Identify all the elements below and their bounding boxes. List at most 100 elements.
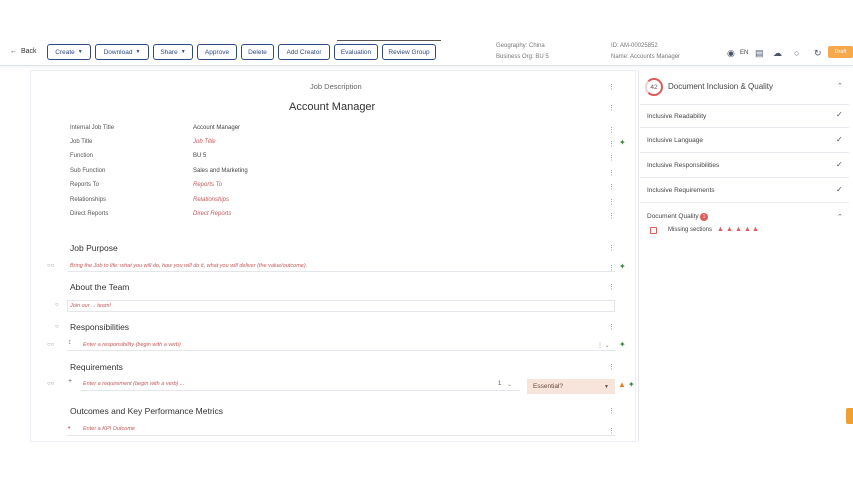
panel-item-requirements[interactable]: Inclusive Requirements [640, 179, 849, 203]
document-quality-label[interactable]: Document Quality [647, 213, 699, 220]
caret-down-icon: ▼ [604, 383, 609, 390]
warning-icon: ▲ [726, 226, 733, 233]
field-label-relationships: Relationships [70, 197, 107, 203]
more-options-icon[interactable]: ⋮ [608, 407, 615, 415]
about-team-input[interactable] [67, 300, 615, 312]
share-label: Share [160, 48, 178, 56]
lightbulb-icon[interactable]: ○○ [47, 263, 54, 269]
add-icon[interactable]: + [68, 378, 72, 385]
language-label[interactable]: EN [740, 50, 748, 56]
history-icon[interactable]: ↻ [814, 48, 822, 59]
requirement-count: 1 [498, 381, 502, 387]
more-options-icon[interactable]: ⋮ [608, 427, 615, 435]
lightbulb-icon[interactable]: ○○ [47, 342, 54, 348]
document-type-label: Job Description [310, 82, 362, 91]
requirement-placeholder: Enter a requirement (begin with a verb) … [83, 381, 185, 387]
review-group-button[interactable]: Review Group [382, 44, 436, 60]
chevron-down-icon[interactable]: ⋮ ⌄ [597, 342, 610, 349]
share-button[interactable]: Share ▼ [153, 44, 193, 60]
field-value-job-title[interactable]: Job Title [193, 139, 216, 145]
document-settings-icon[interactable]: ▤ [755, 48, 764, 59]
section-title-outcomes: Outcomes and Key Performance Metrics [70, 406, 224, 416]
more-options-icon[interactable]: ⋮ [608, 244, 615, 252]
section-title-about-team: About the Team [70, 282, 130, 292]
business-org-text: Business Org: BU 5 [496, 54, 549, 60]
field-label-internal-job-title: Internal Job Title [70, 125, 115, 131]
more-options-icon[interactable]: ⋮ [608, 363, 615, 371]
evaluation-label: Evaluation [340, 48, 372, 56]
add-creator-label: Add Creator [286, 48, 322, 56]
section-title-job-purpose: Job Purpose [70, 243, 118, 253]
more-options-icon[interactable]: ⋮ [608, 264, 615, 272]
more-options-icon[interactable]: ⋮ [608, 140, 615, 148]
approve-label: Approve [204, 48, 230, 56]
globe-icon[interactable]: ◉ [727, 48, 735, 59]
top-toolbar: ← Back Create ▼ Download ▼ Share ▼ Approve … [0, 0, 853, 66]
magic-wand-icon[interactable]: ✦ [628, 380, 635, 389]
arrow-left-icon: ← [10, 48, 17, 55]
more-options-icon[interactable]: ⋮ [608, 198, 615, 206]
panel-item-label: Inclusive Language [647, 137, 704, 144]
download-button[interactable]: Download ▼ [95, 44, 149, 60]
field-value-direct-reports[interactable]: Direct Reports [193, 211, 231, 217]
delete-button[interactable]: Delete [241, 44, 274, 60]
more-options-icon[interactable]: ⋮ [608, 283, 615, 291]
name-text: Name: Accounts Manager [611, 54, 681, 60]
kpi-outcome-input[interactable] [67, 424, 615, 436]
missing-sections-checkbox[interactable] [650, 227, 657, 234]
document-title: Account Manager [289, 101, 376, 113]
warning-icon: ▲ [752, 226, 759, 233]
chevron-down-icon: ▼ [77, 49, 83, 55]
evaluation-button[interactable]: Evaluation [334, 44, 378, 60]
more-options-icon[interactable]: ⋮ [608, 183, 615, 191]
panel-item-language[interactable]: Inclusive Language [640, 129, 849, 153]
field-value-reports-to[interactable]: Reports To [193, 182, 222, 188]
missing-sections-label: Missing sections [668, 227, 713, 233]
field-value-relationships[interactable]: Relationships [193, 197, 229, 203]
collapse-icon[interactable]: ⌃ [837, 213, 843, 221]
field-value-function[interactable]: BU 5 [193, 153, 206, 159]
more-options-icon[interactable]: ⋮ [608, 104, 615, 112]
magic-wand-icon[interactable]: ✦ [619, 262, 626, 271]
panel-item-label: Inclusive Readability [647, 113, 707, 120]
check-icon: ✓ [836, 185, 843, 194]
back-button[interactable]: ← Back [10, 48, 37, 55]
check-icon: ✓ [836, 135, 843, 144]
add-creator-button[interactable]: Add Creator [278, 44, 330, 60]
warning-icon: ▲ [744, 226, 751, 233]
help-icon[interactable]: ○ [55, 324, 59, 330]
chevron-down-icon: ▼ [180, 49, 186, 55]
approve-button[interactable]: Approve [197, 44, 237, 60]
field-value-internal-job-title[interactable]: Account Manager [193, 125, 240, 131]
lightbulb-icon[interactable]: ○○ [47, 381, 54, 387]
panel-title: Document Inclusion & Quality [668, 82, 773, 91]
id-text: ID: AM-00025852 [611, 43, 658, 49]
magic-wand-icon[interactable]: ✦ [619, 340, 626, 349]
essential-select[interactable]: Essential? ▼ [527, 379, 615, 394]
create-label: Create [55, 48, 75, 56]
chevron-down-icon[interactable]: ⌄ [507, 381, 512, 388]
more-options-icon[interactable]: ⋮ [608, 323, 615, 331]
download-label: Download [103, 48, 133, 56]
panel-item-responsibilities[interactable]: Inclusive Responsibilities [640, 154, 849, 178]
magic-wand-icon[interactable]: ✦ [619, 138, 626, 147]
field-label-function: Function [70, 153, 94, 159]
more-options-icon[interactable]: ⋮ [608, 126, 615, 134]
panel-item-readability[interactable]: Inclusive Readability [640, 104, 849, 128]
section-title-responsibilities: Responsibilities [70, 322, 130, 332]
create-button[interactable]: Create ▼ [47, 44, 91, 60]
more-options-icon[interactable]: ⋮ [608, 212, 615, 220]
check-icon: ✓ [836, 160, 843, 169]
about-team-placeholder: Join our ... team! [70, 303, 111, 309]
section-title-requirements: Requirements [70, 362, 123, 372]
more-options-icon[interactable]: ⋮ [608, 169, 615, 177]
collapse-icon[interactable]: ⌃ [837, 82, 843, 90]
more-options-icon[interactable]: ⋮ [608, 83, 615, 91]
essential-select-value: Essential? [533, 383, 563, 390]
help-icon[interactable]: ○ [55, 302, 59, 308]
feedback-tab[interactable] [846, 408, 853, 424]
cloud-upload-icon[interactable]: ☁ [773, 48, 782, 59]
field-value-sub-function[interactable]: Sales and Marketing [193, 168, 248, 174]
more-options-icon[interactable]: ⋮ [608, 154, 615, 162]
lightbulb-icon[interactable]: ○ [794, 48, 799, 58]
